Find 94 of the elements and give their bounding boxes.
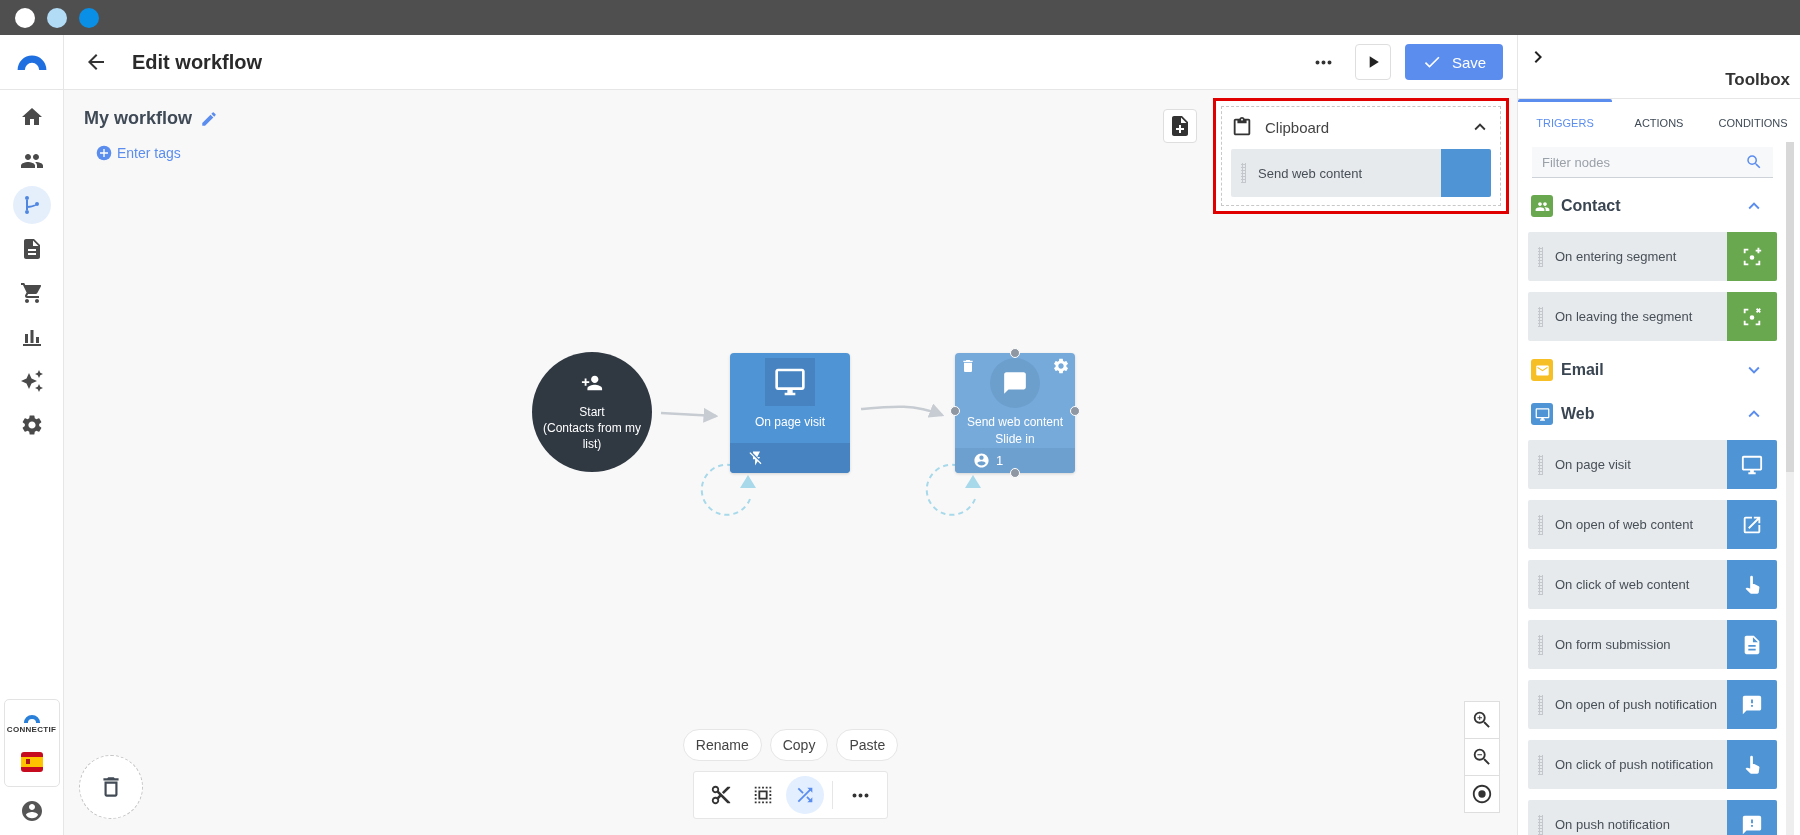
drag-handle-icon[interactable] [1538, 814, 1543, 835]
logo-icon [22, 714, 41, 723]
filter-field[interactable]: Filter nodes [1532, 147, 1773, 178]
loop-connector-icon [925, 463, 981, 516]
connection-handle[interactable] [950, 406, 960, 416]
loop-connector-icon [700, 463, 756, 516]
scissors-icon [710, 784, 732, 806]
group-title: Contact [1561, 197, 1622, 215]
toolbox-node-item[interactable]: On leaving the segment [1528, 292, 1777, 341]
drag-handle-icon[interactable] [1538, 694, 1543, 715]
item-label: On open of web content [1555, 517, 1695, 532]
target-icon [1471, 783, 1493, 805]
node-label: On page visit [754, 414, 825, 431]
clipboard-icon [1231, 116, 1253, 138]
item-label: On click of web content [1555, 577, 1691, 592]
context-action-button[interactable]: Copy [769, 729, 829, 761]
contact-count: 1 [996, 453, 1004, 468]
start-node[interactable]: Start (Contacts from my list) [532, 352, 652, 472]
cart-icon [19, 281, 44, 305]
zoom-out-icon [1471, 746, 1493, 768]
alert-message-icon [1741, 813, 1763, 835]
context-action-button[interactable]: Paste [836, 729, 899, 761]
flag-icon[interactable] [19, 750, 44, 774]
add-note-button[interactable] [1163, 109, 1197, 143]
selection-icon [752, 784, 774, 806]
zoom-out-button[interactable] [1464, 738, 1500, 776]
zoom-in-button[interactable] [1464, 701, 1500, 739]
drag-handle-icon[interactable] [1241, 163, 1246, 183]
connection-handle[interactable] [1070, 406, 1080, 416]
connection-handle[interactable] [1010, 348, 1020, 358]
toolbox-node-item[interactable]: On entering segment [1528, 232, 1777, 281]
alert-message-icon [1741, 693, 1763, 716]
monitor-icon [1741, 453, 1763, 476]
zoom-in-icon [1471, 709, 1493, 731]
window-control-icon[interactable] [47, 7, 67, 28]
toolbox-title: Toolbox [1725, 70, 1790, 90]
brand-name: CONNECTIF [6, 725, 57, 734]
item-label: On entering segment [1555, 249, 1678, 264]
item-label: On open of push notification [1555, 697, 1718, 712]
toolbox-node-item[interactable]: On open of push notification [1528, 680, 1777, 729]
toolbox-node-item[interactable]: On page visit [1528, 440, 1777, 489]
toolbox-node-item[interactable]: On open of web content [1528, 500, 1777, 549]
settings-icon[interactable] [1052, 357, 1070, 375]
toolbox-node-item[interactable]: On click of web content [1528, 560, 1777, 609]
item-label: On push notification [1555, 817, 1671, 832]
toolbox-node-item[interactable]: On form submission [1528, 620, 1777, 669]
logo-icon[interactable] [15, 54, 48, 70]
drag-handle-icon[interactable] [1538, 454, 1543, 475]
page-title: Edit workflow [132, 50, 262, 74]
more-icon [851, 792, 869, 798]
search-icon[interactable] [1745, 153, 1763, 171]
toolbox-node-item[interactable]: On push notification [1528, 800, 1777, 835]
tab[interactable]: ACTIONS [1612, 99, 1706, 129]
group-title: Email [1561, 361, 1605, 379]
node-label: Send web content [966, 414, 1064, 431]
pencil-icon[interactable] [200, 109, 218, 128]
node-title: Start [579, 404, 605, 420]
toolbox-node-item[interactable]: On click of push notification [1528, 740, 1777, 789]
more-icon [1314, 59, 1332, 65]
tab[interactable]: CONDITIONS [1706, 99, 1800, 129]
context-action-button[interactable]: Rename [682, 729, 762, 761]
focus-cross-icon [1741, 305, 1763, 328]
clipboard-title: Clipboard [1265, 118, 1331, 136]
message-icon [1002, 370, 1028, 396]
account-icon[interactable] [19, 799, 44, 823]
item-label: On click of push notification [1555, 757, 1715, 772]
workflow-name: My workflow [84, 108, 192, 129]
drag-handle-icon[interactable] [1538, 754, 1543, 775]
connector-arrow [660, 407, 719, 423]
item-label: On leaving the segment [1555, 309, 1694, 324]
item-label: Send web content [1258, 165, 1364, 181]
focus-plus-icon [1741, 245, 1763, 268]
item-label: On form submission [1555, 637, 1672, 652]
delete-icon[interactable] [960, 358, 976, 374]
drag-handle-icon[interactable] [1538, 514, 1543, 535]
item-label: On page visit [1555, 457, 1632, 472]
sparkles-icon [19, 369, 44, 393]
group-title: Web [1561, 405, 1596, 423]
node-sublabel: Slide in [995, 431, 1035, 448]
drag-handle-icon[interactable] [1538, 634, 1543, 655]
monitor-icon [774, 366, 806, 398]
plus-circle-icon [96, 145, 112, 161]
center-view-button[interactable] [1464, 775, 1500, 813]
node-subtitle: (Contacts from my list) [542, 420, 642, 452]
window-control-icon[interactable] [15, 7, 35, 28]
drag-handle-icon[interactable] [1538, 574, 1543, 595]
scrollbar-thumb[interactable] [1786, 142, 1794, 472]
drag-handle-icon[interactable] [1538, 306, 1543, 327]
account-icon [973, 452, 990, 469]
clipboard-item[interactable]: Send web content [1231, 149, 1491, 197]
connection-handle[interactable] [1010, 468, 1020, 478]
node-color-tile [1441, 149, 1491, 197]
play-button[interactable] [1355, 44, 1391, 80]
drag-handle-icon[interactable] [1538, 246, 1543, 267]
